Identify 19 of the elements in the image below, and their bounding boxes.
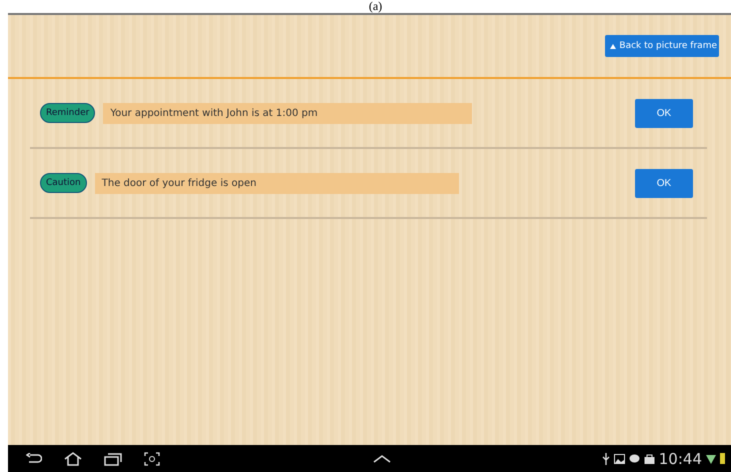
- home-icon[interactable]: [64, 452, 82, 466]
- chevron-up-icon[interactable]: [373, 455, 391, 463]
- back-icon[interactable]: [26, 452, 42, 464]
- figure-caption: (a): [368, 0, 384, 13]
- ok-button[interactable]: OK: [635, 98, 693, 128]
- clock-text: 10:44: [658, 450, 702, 468]
- ok-button[interactable]: OK: [635, 168, 693, 198]
- chat-bubble-icon: [628, 454, 640, 464]
- message-text: Your appointment with John is at 1:00 pm: [103, 102, 472, 124]
- recent-apps-icon[interactable]: [104, 452, 122, 466]
- bag-icon: [644, 454, 655, 464]
- tag-label: Caution: [40, 173, 87, 193]
- battery-icon: [720, 453, 725, 464]
- caret-icon: [610, 44, 616, 48]
- image-icon: [614, 454, 625, 464]
- back-button[interactable]: Back to picture frame: [605, 35, 719, 57]
- tag-label: Reminder: [40, 103, 96, 123]
- screenshot-icon[interactable]: [144, 452, 160, 466]
- message-text: The door of your fridge is open: [94, 172, 459, 194]
